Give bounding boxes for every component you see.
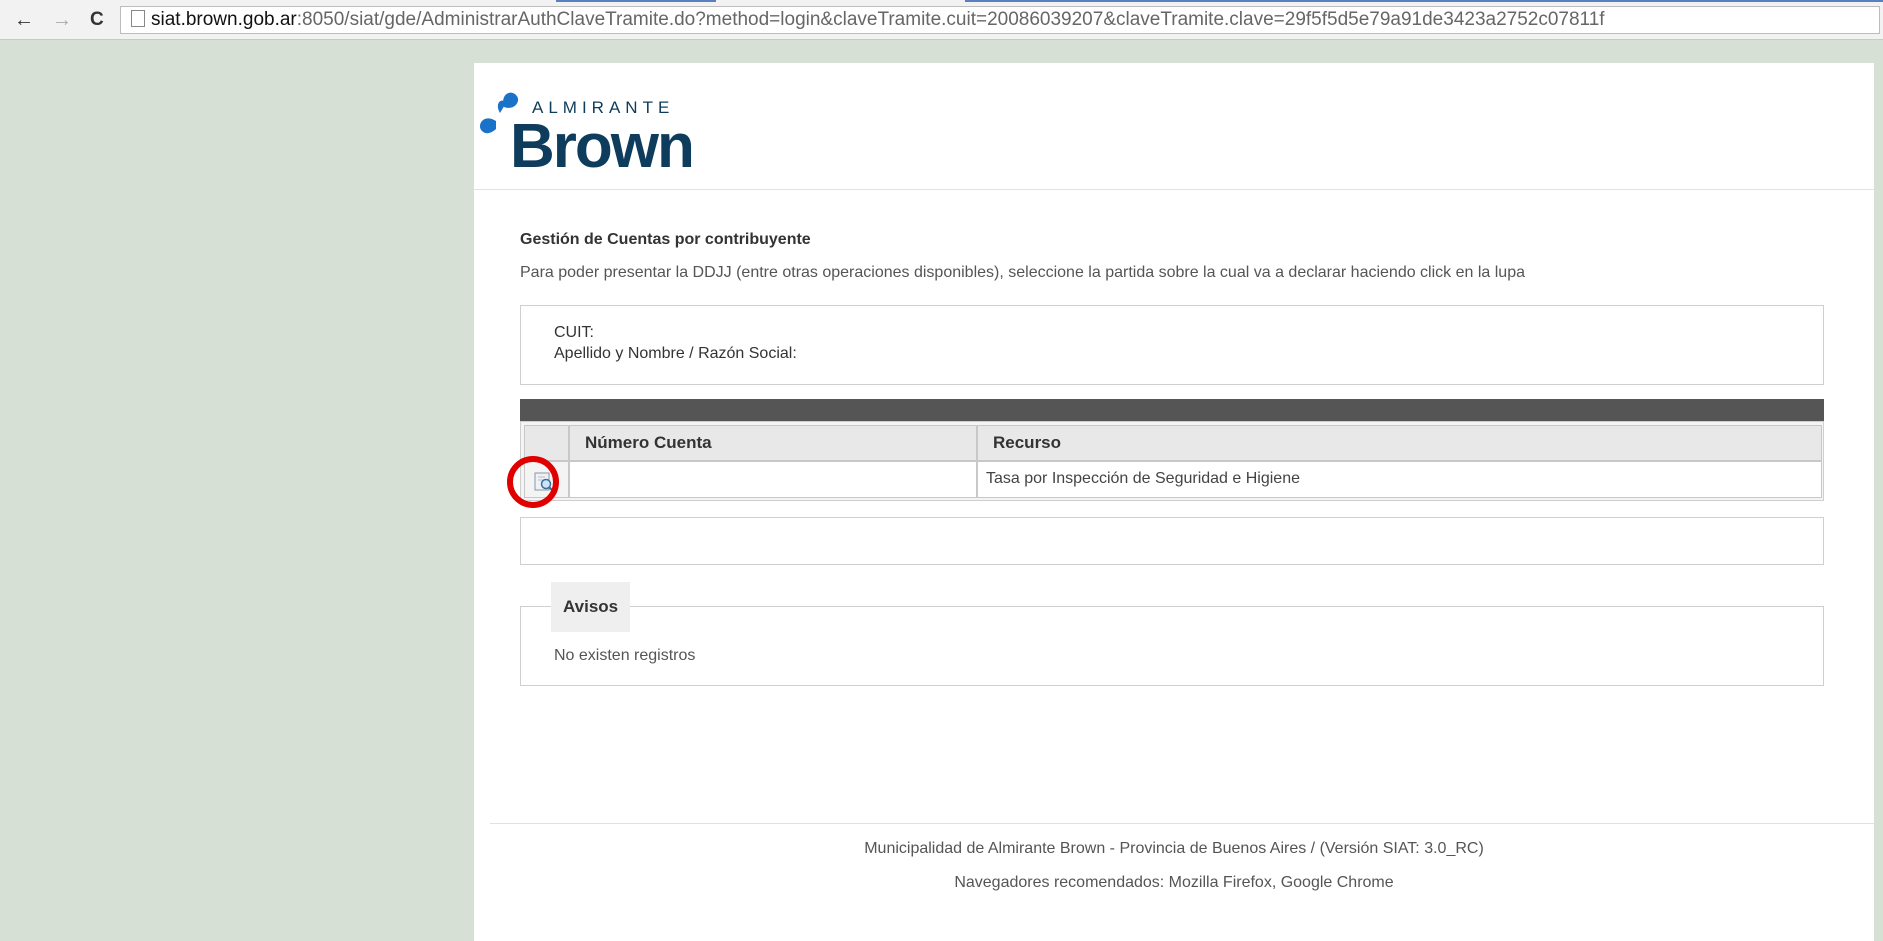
page-intro: Para poder presentar la DDJJ (entre otra… [520,264,1525,281]
recurso-cell: Tasa por Inspección de Seguridad e Higie… [977,461,1822,498]
logo-main-text: Brown [510,112,693,173]
content-panel: ALMIRANTE Brown Gestión de Cuentas por c… [474,63,1874,941]
accounts-table: Número Cuenta Recurso Tasa por Inspecció… [520,421,1824,501]
url-host: siat.brown.gob.ar [151,9,297,30]
address-bar[interactable]: siat.brown.gob.ar:8050/siat/gde/Administ… [120,6,1880,34]
almirante-brown-logo: ALMIRANTE Brown [479,92,695,173]
avisos-section: Avisos No existen registros [520,582,1824,686]
grid-header-bar [520,399,1824,421]
reload-button[interactable]: C [90,10,104,30]
taxpayer-info-box: CUIT: Apellido y Nombre / Razón Social: [520,305,1824,385]
url-path: :8050/siat/gde/AdministrarAuthClaveTrami… [296,9,1605,30]
name-label: Apellido y Nombre / Razón Social: [554,345,797,362]
footer-credit: Municipalidad de Almirante Brown - Provi… [864,840,1484,857]
highlight-annotation-circle [507,456,559,508]
tab-indicator [965,0,1883,2]
site-header: ALMIRANTE Brown [474,63,1874,190]
page-icon [131,10,145,27]
numero-cuenta-cell [569,461,977,498]
footer-divider [490,823,1874,824]
browser-toolbar: ← → C siat.brown.gob.ar:8050/siat/gde/Ad… [0,0,1883,40]
page-title: Gestión de Cuentas por contribuyente [520,231,811,248]
column-header-numero-cuenta: Número Cuenta [569,425,977,461]
empty-message-box [520,517,1824,565]
tab-indicator [556,0,716,2]
cuit-label: CUIT: [554,324,594,341]
column-header-recurso: Recurso [977,425,1822,461]
back-button[interactable]: ← [14,10,34,30]
footer-browsers: Navegadores recomendados: Mozilla Firefo… [954,874,1394,891]
avisos-legend: Avisos [551,582,631,632]
avisos-text: No existen registros [554,647,696,664]
forward-button[interactable]: → [52,10,72,30]
